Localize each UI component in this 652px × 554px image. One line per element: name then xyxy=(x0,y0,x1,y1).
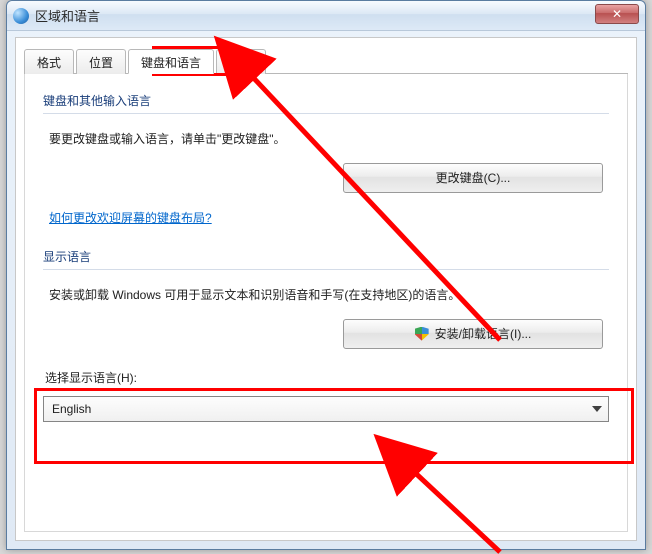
install-uninstall-languages-button[interactable]: 安装/卸载语言(I)... xyxy=(343,319,603,349)
display-language-select[interactable]: English xyxy=(43,396,609,422)
select-display-language-label: 选择显示语言(H): xyxy=(45,369,609,386)
shield-icon xyxy=(415,327,429,341)
display-language-desc: 安装或卸载 Windows 可用于显示文本和识别语音和手写(在支持地区)的语言。 xyxy=(49,284,609,307)
client-area: 格式 位置 键盘和语言 管理 键盘和其他输入语言 要更改键盘或输入语言，请单击"… xyxy=(15,37,637,541)
tab-strip: 格式 位置 键盘和语言 管理 xyxy=(24,48,628,74)
tab-format[interactable]: 格式 xyxy=(24,49,74,74)
tab-admin[interactable]: 管理 xyxy=(216,49,266,74)
dialog-window: 区域和语言 ✕ 格式 位置 键盘和语言 管理 键盘和其他输入语言 要更改键盘或输… xyxy=(6,0,646,550)
display-language-group: 显示语言 安装或卸载 Windows 可用于显示文本和识别语音和手写(在支持地区… xyxy=(43,248,609,422)
keyboard-group-title: 键盘和其他输入语言 xyxy=(43,92,609,109)
window-title: 区域和语言 xyxy=(35,6,100,25)
close-button[interactable]: ✕ xyxy=(595,4,639,24)
change-keyboard-button[interactable]: 更改键盘(C)... xyxy=(343,163,603,193)
display-language-selected: English xyxy=(52,402,91,416)
chevron-down-icon xyxy=(592,406,602,412)
titlebar[interactable]: 区域和语言 ✕ xyxy=(7,1,645,31)
tab-panel: 键盘和其他输入语言 要更改键盘或输入语言，请单击"更改键盘"。 更改键盘(C).… xyxy=(24,74,628,532)
close-icon: ✕ xyxy=(612,7,622,21)
tab-keyboard-and-languages[interactable]: 键盘和语言 xyxy=(128,49,214,74)
keyboard-layout-help-link[interactable]: 如何更改欢迎屏幕的键盘布局? xyxy=(49,211,212,225)
keyboard-group: 键盘和其他输入语言 要更改键盘或输入语言，请单击"更改键盘"。 更改键盘(C).… xyxy=(43,92,609,226)
keyboard-desc: 要更改键盘或输入语言，请单击"更改键盘"。 xyxy=(49,128,609,151)
divider xyxy=(43,113,609,114)
tab-location[interactable]: 位置 xyxy=(76,49,126,74)
globe-icon xyxy=(13,8,29,24)
display-language-title: 显示语言 xyxy=(43,248,609,265)
divider xyxy=(43,269,609,270)
